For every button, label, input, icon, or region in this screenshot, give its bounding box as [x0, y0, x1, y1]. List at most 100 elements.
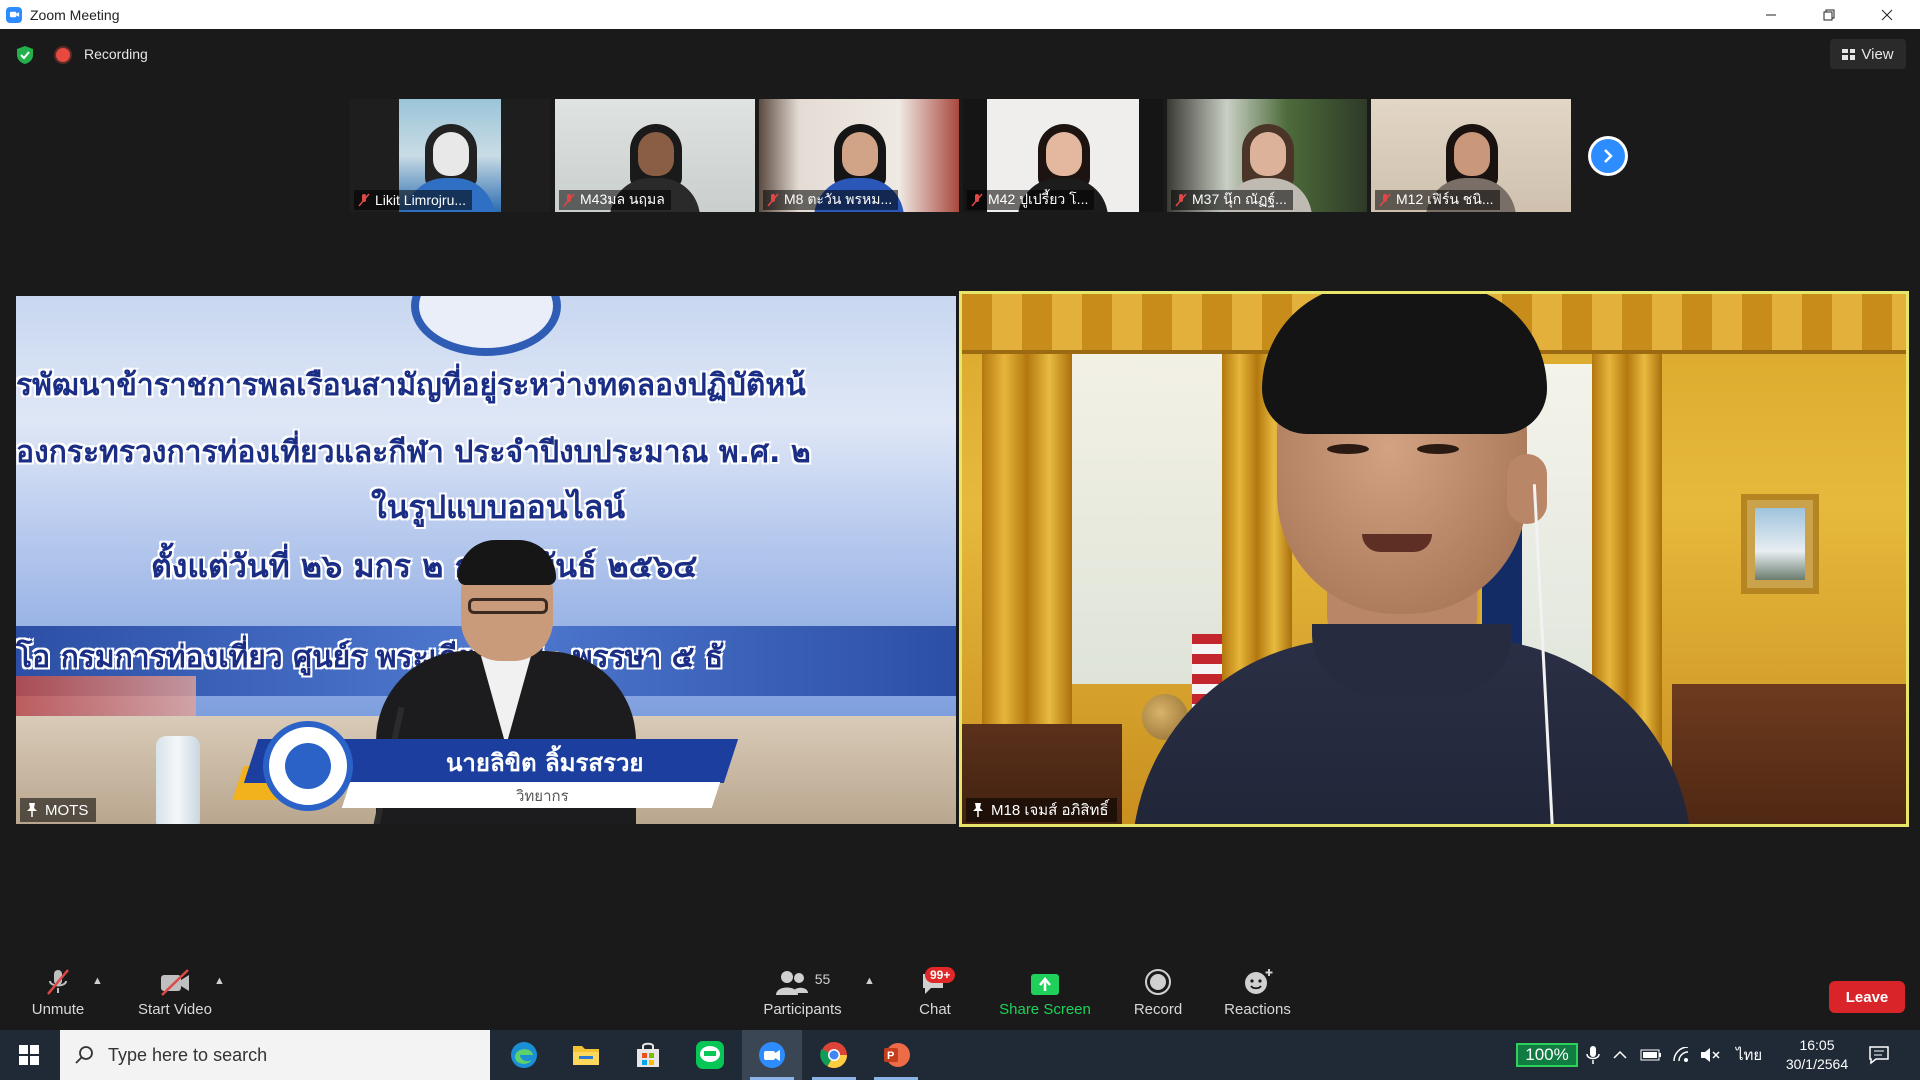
mic-muted-icon [358, 193, 370, 207]
meeting-top-bar: Recording View [0, 29, 1920, 79]
participants-button[interactable]: 55 Participants [760, 963, 845, 1030]
volume-muted-icon [1701, 1048, 1720, 1062]
video-options-caret[interactable]: ▲ [214, 975, 225, 987]
water-bottle [156, 736, 200, 824]
wifi-icon [1673, 1047, 1689, 1062]
taskbar-app-chrome[interactable] [804, 1030, 864, 1080]
action-center-button[interactable] [1868, 1030, 1890, 1080]
taskbar-app-edge[interactable] [494, 1030, 554, 1080]
video-tile-active-speaker[interactable]: M18 เจมส์ อภิสิทธิ์ [959, 291, 1909, 827]
chat-badge: 99+ [925, 967, 956, 983]
microphone-tray-icon[interactable] [1586, 1030, 1600, 1080]
mic-muted-icon [767, 193, 779, 207]
taskbar-app-store[interactable] [618, 1030, 678, 1080]
taskbar-app-powerpoint[interactable]: P [866, 1030, 926, 1080]
close-button[interactable] [1858, 0, 1916, 29]
mic-muted-icon [47, 969, 69, 995]
banner-text-line: องกระทรวงการท่องเที่ยวและกีฬา ประจำปีงบป… [16, 435, 811, 470]
participant-thumbnail[interactable]: M12 เฟิร์น ชนิ... [1371, 99, 1571, 212]
chrome-icon [820, 1042, 848, 1069]
participant-thumbnail[interactable]: M8 ตะวัน พรหม... [759, 99, 959, 212]
chat-label: Chat [919, 1001, 951, 1018]
reactions-label: Reactions [1224, 1001, 1291, 1018]
participant-name: Likit Limrojru... [375, 192, 467, 208]
reactions-button[interactable]: Reactions [1220, 963, 1295, 1030]
chat-button[interactable]: 99+ Chat [905, 963, 965, 1030]
mic-muted-icon [1379, 193, 1391, 207]
line-icon [696, 1041, 724, 1069]
clock-date: 30/1/2564 [1785, 1056, 1849, 1072]
participants-label: Participants [763, 1001, 842, 1018]
video-off-icon [161, 969, 189, 996]
record-button[interactable]: Record [1128, 963, 1188, 1030]
store-icon [637, 1042, 659, 1067]
battery-tray-icon[interactable] [1640, 1030, 1662, 1080]
participant-nameplate: Likit Limrojru... [354, 190, 473, 210]
file-explorer-icon [573, 1046, 599, 1065]
grid-icon [1842, 48, 1856, 60]
record-icon [1145, 969, 1171, 995]
audio-options-caret[interactable]: ▲ [92, 975, 103, 987]
battery-percentage[interactable]: 100% [1516, 1043, 1578, 1067]
participant-name: M43มล นฤมล [580, 191, 665, 207]
share-screen-label: Share Screen [999, 1001, 1091, 1018]
participant-name: M37 นุ๊ก ณัฏฐ์... [1192, 191, 1287, 207]
shield-icon[interactable] [16, 45, 34, 65]
start-video-button[interactable]: Start Video [130, 963, 220, 1030]
restore-icon [1823, 9, 1835, 20]
window-title-bar: Zoom Meeting [0, 0, 1920, 29]
participant-nameplate: M37 นุ๊ก ณัฏฐ์... [1171, 190, 1293, 210]
taskbar-clock[interactable]: 16:05 30/1/2564 [1772, 1036, 1862, 1074]
participants-icon [775, 971, 808, 995]
taskbar-app-zoom[interactable] [742, 1030, 802, 1080]
participant-thumbnail[interactable]: M37 นุ๊ก ณัฏฐ์... [1167, 99, 1367, 212]
start-button[interactable] [0, 1030, 58, 1080]
microphone-icon [1586, 1046, 1600, 1064]
department-emblem [263, 721, 353, 811]
participant-thumbnail[interactable]: M42 ปูเปรี้ยว โ... [963, 99, 1163, 212]
participant-nameplate: M43มล นฤมล [559, 190, 671, 210]
mic-muted-icon [971, 193, 983, 207]
taskbar-app-line[interactable] [680, 1030, 740, 1080]
minimize-button[interactable] [1742, 0, 1800, 29]
restore-button[interactable] [1800, 0, 1858, 29]
battery-icon [1640, 1049, 1661, 1061]
pin-icon [27, 803, 37, 817]
participants-options-caret[interactable]: ▲ [864, 975, 875, 987]
network-tray-icon[interactable] [1672, 1030, 1692, 1080]
participant-thumbnail[interactable]: M43มล นฤมล [555, 99, 755, 212]
banner-text-line: รพัฒนาข้าราชการพลเรือนสามัญที่อยู่ระหว่า… [16, 368, 806, 403]
input-language-indicator[interactable]: ไทย [1736, 1030, 1762, 1080]
speaker-name-caption: นายลิขิต ลิ้มรสรวย [446, 749, 644, 777]
unmute-button[interactable]: Unmute [22, 963, 94, 1030]
participant-nameplate: M8 ตะวัน พรหม... [763, 190, 899, 210]
start-video-label: Start Video [138, 1001, 212, 1018]
taskbar-app-file-explorer[interactable] [556, 1030, 616, 1080]
participant-name: M42 ปูเปรี้ยว โ... [988, 191, 1089, 207]
recording-label: Recording [84, 46, 148, 62]
chevron-up-icon [1613, 1050, 1627, 1059]
share-screen-button[interactable]: Share Screen [995, 963, 1095, 1030]
mic-muted-icon [1175, 193, 1187, 207]
close-icon [1881, 9, 1893, 20]
notification-icon [1869, 1046, 1889, 1065]
next-page-button[interactable] [1588, 136, 1628, 176]
video-tile-mots[interactable]: รพัฒนาข้าราชการพลเรือนสามัญที่อยู่ระหว่า… [16, 296, 956, 824]
record-label: Record [1133, 1001, 1183, 1018]
show-hidden-icons-button[interactable] [1612, 1030, 1628, 1080]
chevron-right-icon [1604, 149, 1613, 163]
banner-text-line: ในรูปแบบออนไลน์ [371, 488, 626, 526]
participant-thumbnail[interactable]: Likit Limrojru... [350, 99, 550, 212]
language-label: ไทย [1736, 1047, 1763, 1064]
leave-button[interactable]: Leave [1829, 981, 1905, 1013]
volume-tray-icon[interactable] [1700, 1030, 1720, 1080]
svg-text:P: P [887, 1050, 894, 1062]
taskbar-search-box[interactable]: Type here to search [60, 1030, 490, 1080]
windows-taskbar: Type here to search P 100% ไทย 16:05 30/… [0, 1030, 1920, 1080]
meeting-toolbar: Unmute ▲ Start Video ▲ 55 Participants ▲ [0, 963, 1920, 1030]
window-title: Zoom Meeting [30, 6, 120, 23]
view-button[interactable]: View [1830, 39, 1906, 69]
pin-icon [973, 803, 983, 817]
participant-nameplate: M42 ปูเปรี้ยว โ... [967, 190, 1095, 210]
participants-count: 55 [814, 971, 831, 987]
